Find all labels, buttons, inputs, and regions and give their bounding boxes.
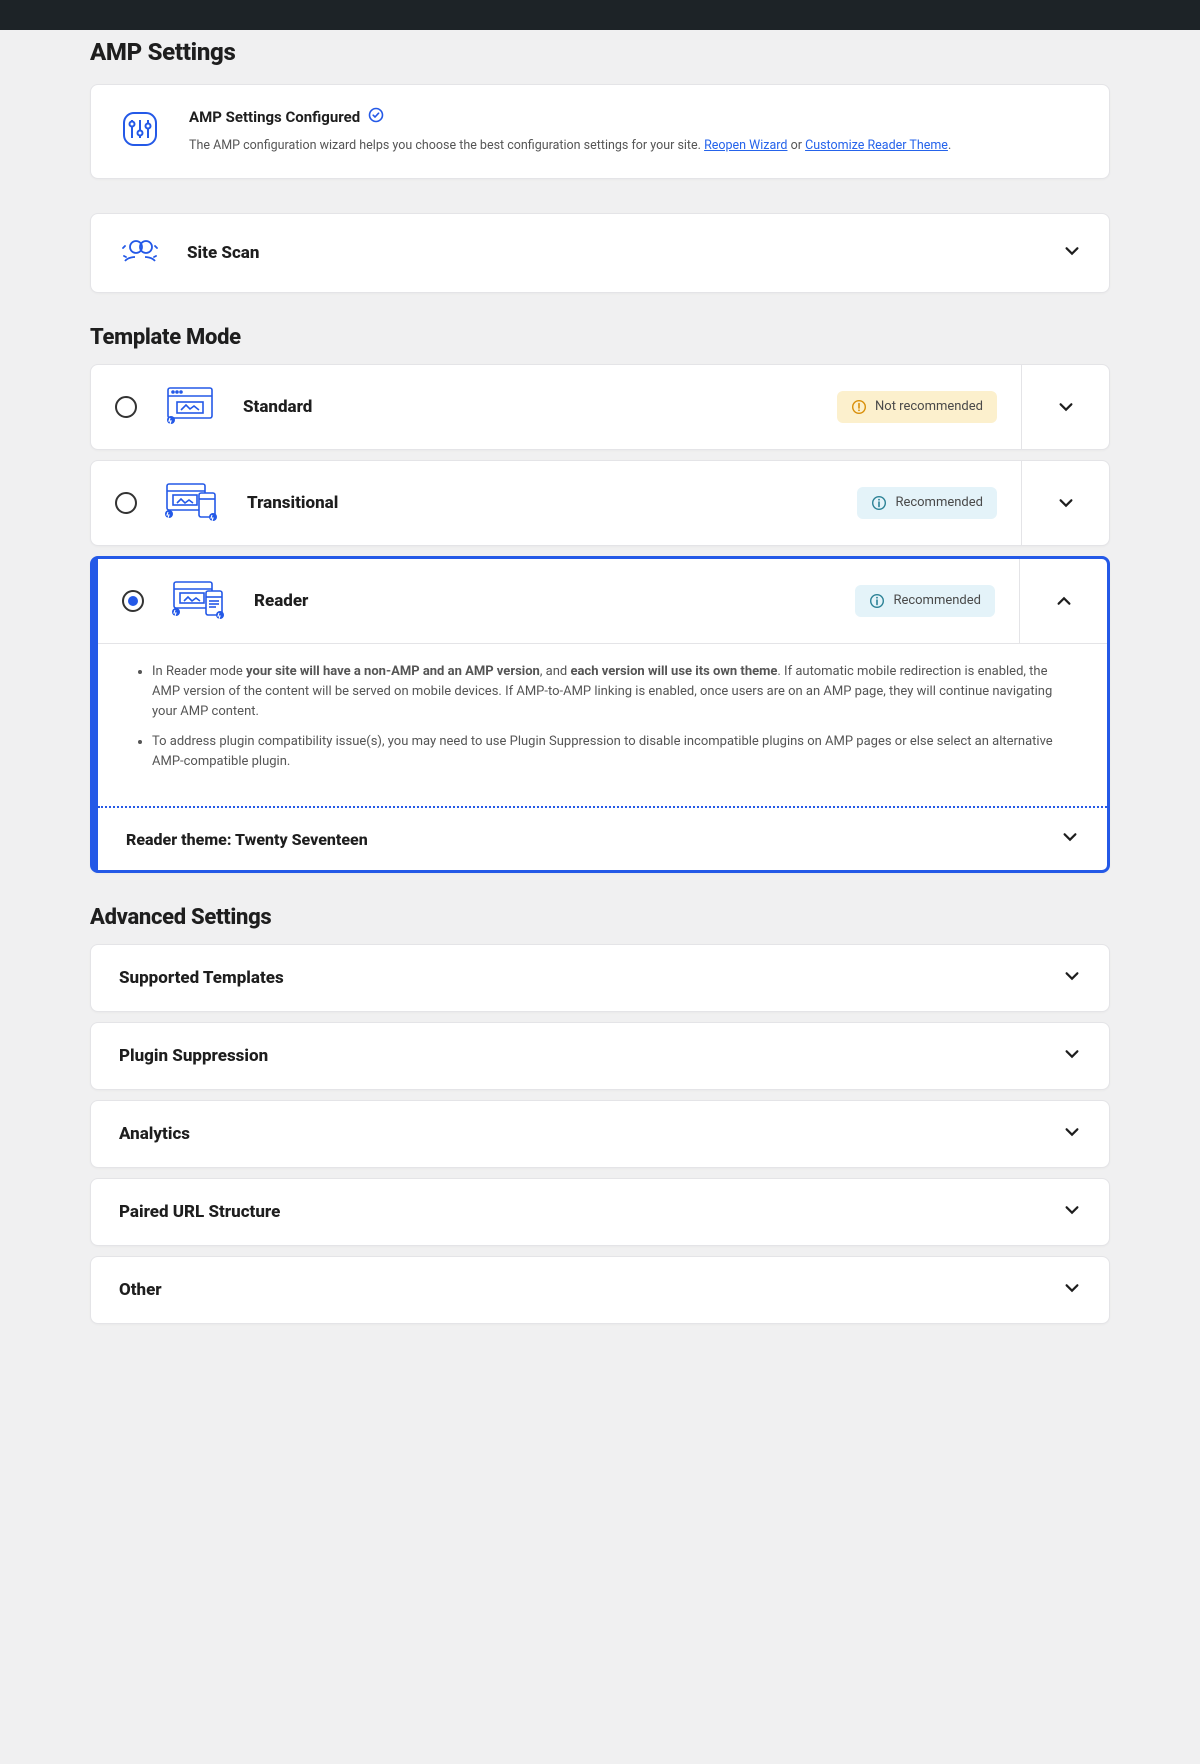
- analytics-panel[interactable]: Analytics: [90, 1100, 1110, 1168]
- site-scan-title: Site Scan: [187, 243, 259, 263]
- plugin-suppression-title: Plugin Suppression: [119, 1046, 268, 1066]
- chevron-down-icon: [1063, 1279, 1081, 1301]
- chevron-down-icon: [1063, 967, 1081, 989]
- supported-templates-title: Supported Templates: [119, 968, 284, 988]
- settings-sliders-icon: [119, 108, 161, 154]
- reader-theme-title: Reader theme: Twenty Seventeen: [126, 830, 368, 849]
- transitional-label: Transitional: [247, 493, 338, 513]
- paired-url-panel[interactable]: Paired URL Structure: [90, 1178, 1110, 1246]
- standard-label: Standard: [243, 397, 312, 417]
- chevron-down-icon: [1063, 1123, 1081, 1145]
- collapse-reader[interactable]: [1019, 559, 1107, 643]
- expand-transitional[interactable]: [1021, 461, 1109, 545]
- reader-bullet-2: To address plugin compatibility issue(s)…: [152, 732, 1073, 772]
- configured-text-b: or: [787, 138, 805, 153]
- amp-configured-panel: AMP Settings Configured The AMP configur…: [90, 84, 1110, 179]
- reader-description: In Reader mode your site will have a non…: [98, 643, 1107, 807]
- site-scan-panel: Site Scan: [90, 213, 1110, 293]
- other-title: Other: [119, 1280, 162, 1300]
- reader-bullet-1: In Reader mode your site will have a non…: [152, 662, 1073, 722]
- template-mode-heading: Template Mode: [90, 325, 1110, 350]
- advanced-settings-heading: Advanced Settings: [90, 905, 1110, 930]
- chevron-down-icon[interactable]: [1063, 242, 1081, 264]
- recommended-badge-transitional: Recommended: [857, 487, 997, 519]
- paired-url-title: Paired URL Structure: [119, 1202, 280, 1222]
- other-panel[interactable]: Other: [90, 1256, 1110, 1324]
- not-recommended-badge: Not recommended: [837, 391, 997, 423]
- reader-badge-label: Recommended: [893, 593, 981, 608]
- customize-reader-theme-link[interactable]: Customize Reader Theme: [805, 138, 948, 153]
- expand-standard[interactable]: [1021, 365, 1109, 449]
- site-scan-icon: [119, 236, 161, 270]
- chevron-down-icon: [1063, 1201, 1081, 1223]
- admin-bar: [0, 0, 1200, 30]
- supported-templates-panel[interactable]: Supported Templates: [90, 944, 1110, 1012]
- page-title: AMP Settings: [90, 38, 1110, 66]
- reader-theme-row[interactable]: Reader theme: Twenty Seventeen: [98, 806, 1107, 870]
- radio-transitional[interactable]: [115, 492, 137, 514]
- configured-text-c: .: [948, 138, 951, 153]
- transitional-mode-icon: [165, 481, 219, 525]
- standard-badge-label: Not recommended: [875, 399, 983, 414]
- transitional-badge-label: Recommended: [895, 495, 983, 510]
- analytics-title: Analytics: [119, 1124, 190, 1144]
- radio-standard[interactable]: [115, 396, 137, 418]
- chevron-down-icon: [1061, 828, 1079, 850]
- configured-title: AMP Settings Configured: [189, 108, 360, 126]
- configured-text-a: The AMP configuration wizard helps you c…: [189, 138, 704, 153]
- reader-mode-icon: [172, 579, 226, 623]
- check-circle-icon: [368, 107, 384, 127]
- chevron-down-icon: [1063, 1045, 1081, 1067]
- reopen-wizard-link[interactable]: Reopen Wizard: [704, 138, 787, 153]
- radio-reader[interactable]: [122, 590, 144, 612]
- standard-mode-icon: [165, 385, 215, 429]
- configured-description: The AMP configuration wizard helps you c…: [189, 137, 1081, 156]
- recommended-badge-reader: Recommended: [855, 585, 995, 617]
- template-mode-standard: Standard Not recommended: [90, 364, 1110, 450]
- plugin-suppression-panel[interactable]: Plugin Suppression: [90, 1022, 1110, 1090]
- template-mode-reader: Reader Recommended In Reader mode your s…: [90, 556, 1110, 874]
- template-mode-transitional: Transitional Recommended: [90, 460, 1110, 546]
- reader-label: Reader: [254, 591, 308, 611]
